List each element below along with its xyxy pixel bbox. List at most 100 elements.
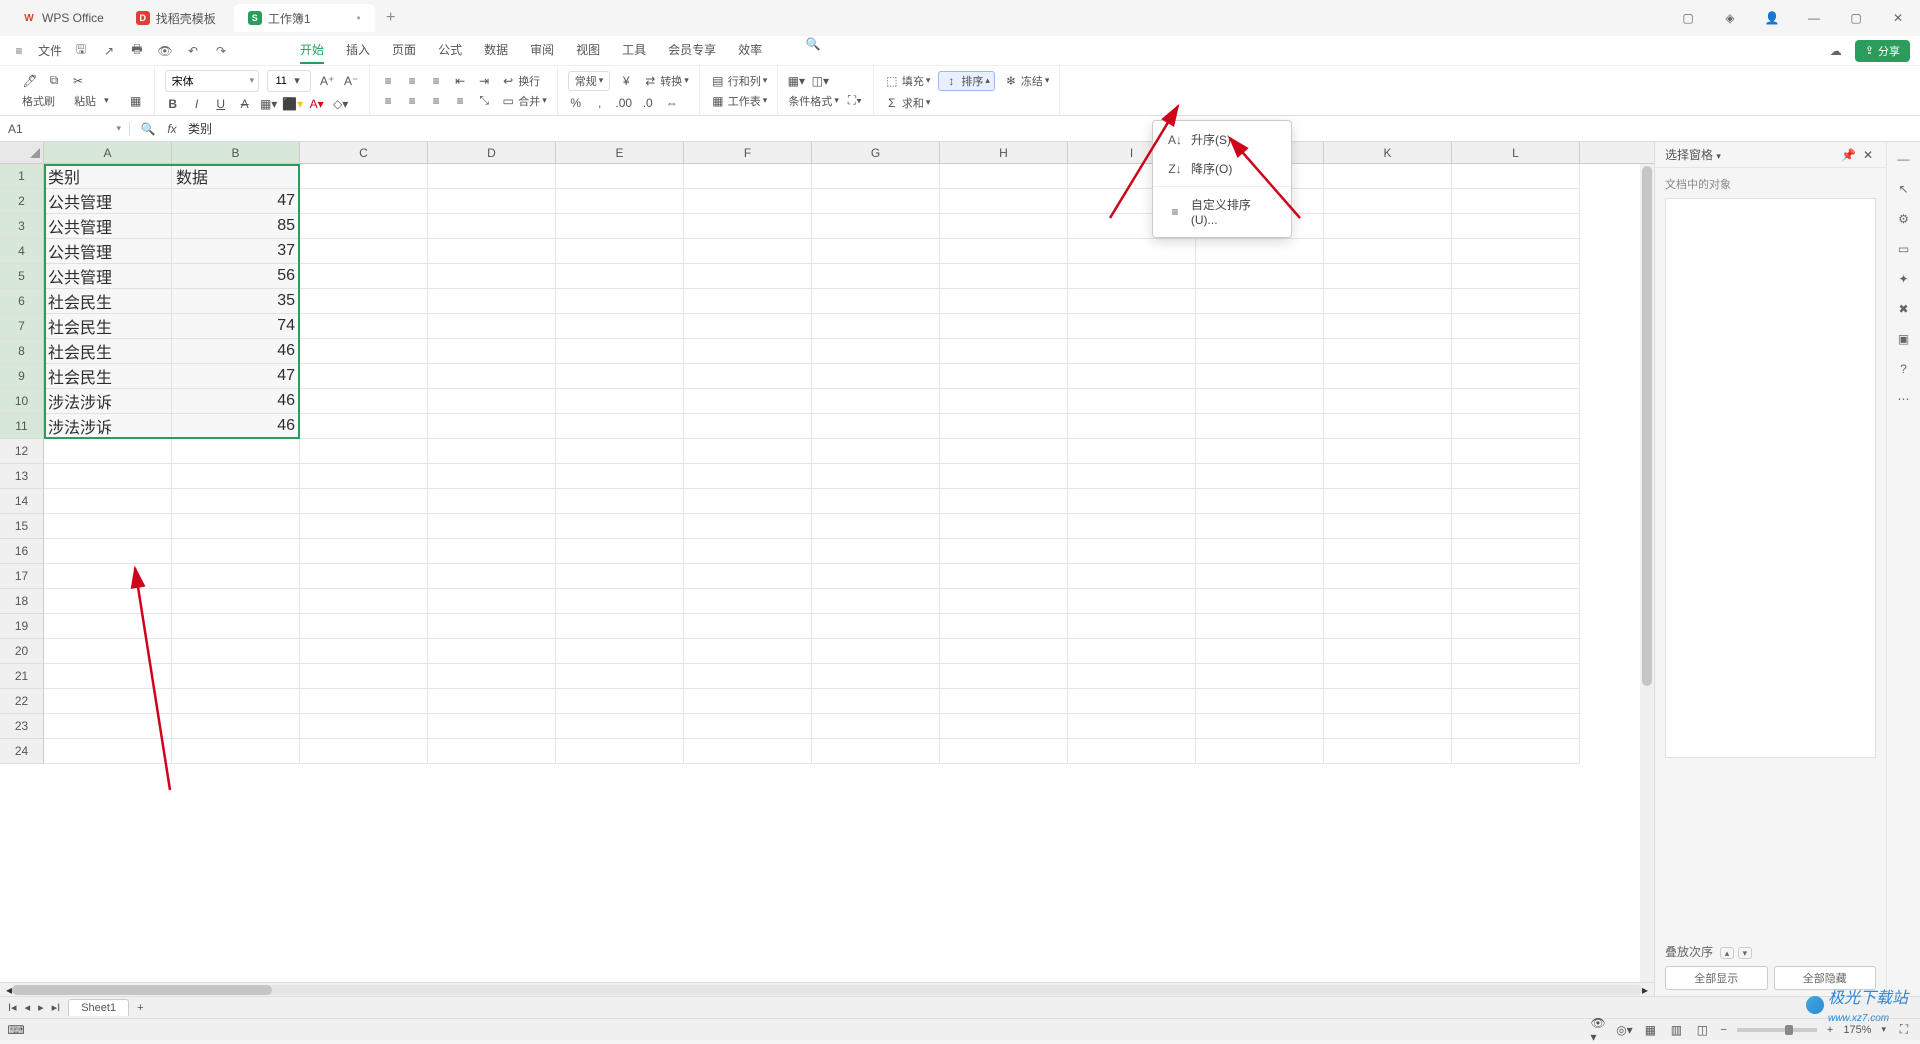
cell[interactable] (1068, 639, 1196, 664)
cell[interactable] (940, 164, 1068, 189)
row-header[interactable]: 2 (0, 189, 44, 214)
cell[interactable] (684, 214, 812, 239)
cell[interactable] (812, 514, 940, 539)
cell[interactable] (940, 289, 1068, 314)
cell[interactable] (940, 239, 1068, 264)
cell[interactable] (300, 414, 428, 439)
cell[interactable] (428, 689, 556, 714)
cell[interactable] (1068, 239, 1196, 264)
col-header[interactable]: L (1452, 142, 1580, 163)
cell[interactable] (1324, 389, 1452, 414)
menu-hamburger-icon[interactable]: ≡ (10, 44, 28, 58)
cell[interactable] (812, 164, 940, 189)
cell[interactable] (1324, 339, 1452, 364)
cell[interactable] (1196, 414, 1324, 439)
cell[interactable] (428, 164, 556, 189)
cell[interactable] (556, 739, 684, 764)
cell[interactable] (556, 689, 684, 714)
cell[interactable] (1324, 689, 1452, 714)
cell[interactable] (684, 289, 812, 314)
cell[interactable] (428, 464, 556, 489)
row-header[interactable]: 10 (0, 389, 44, 414)
cell[interactable] (1324, 514, 1452, 539)
cell[interactable] (1196, 514, 1324, 539)
cell[interactable] (300, 589, 428, 614)
row-header[interactable]: 8 (0, 339, 44, 364)
cell[interactable] (940, 314, 1068, 339)
number-format-select[interactable]: 常规 ▾ (568, 71, 611, 91)
row-header[interactable]: 17 (0, 564, 44, 589)
cell[interactable] (1196, 389, 1324, 414)
cell[interactable]: 公共管理 (44, 189, 172, 214)
cell[interactable] (556, 264, 684, 289)
cell[interactable]: 46 (172, 414, 300, 439)
paste-label[interactable]: 粘贴 (74, 93, 96, 109)
cell[interactable]: 涉法涉诉 (44, 389, 172, 414)
collapse-icon[interactable]: — (1898, 152, 1910, 166)
row-header[interactable]: 9 (0, 364, 44, 389)
cell[interactable] (1452, 739, 1580, 764)
cell[interactable] (684, 614, 812, 639)
cell[interactable] (172, 739, 300, 764)
cell-style-icon[interactable]: ◫▾ (812, 73, 828, 89)
cell[interactable] (300, 739, 428, 764)
cell[interactable] (1324, 264, 1452, 289)
cell[interactable] (556, 564, 684, 589)
currency-icon[interactable]: ¥ (618, 73, 634, 89)
type-convert-icon[interactable]: ⇔ (664, 95, 680, 111)
cell[interactable] (1196, 314, 1324, 339)
dec-decimal-icon[interactable]: .0 (640, 95, 656, 111)
cell[interactable] (44, 464, 172, 489)
cell[interactable] (300, 539, 428, 564)
cell[interactable] (1068, 564, 1196, 589)
menu-tab-member[interactable]: 会员专享 (668, 37, 716, 64)
cell[interactable] (684, 189, 812, 214)
decrease-font-icon[interactable]: A⁻ (343, 73, 359, 89)
view-page-icon[interactable]: ▥ (1668, 1022, 1684, 1038)
cell[interactable] (1452, 214, 1580, 239)
cell[interactable] (812, 589, 940, 614)
cell[interactable] (1324, 414, 1452, 439)
cell[interactable] (812, 714, 940, 739)
cell[interactable] (428, 339, 556, 364)
freeze-button[interactable]: ❄冻结▾ (1003, 73, 1050, 89)
cell[interactable] (684, 464, 812, 489)
cell[interactable] (1452, 464, 1580, 489)
cond-format-button[interactable]: 条件格式▾ (788, 93, 839, 109)
cell[interactable] (300, 389, 428, 414)
cell[interactable] (1452, 514, 1580, 539)
cell[interactable] (172, 514, 300, 539)
cell[interactable] (1452, 189, 1580, 214)
cell[interactable] (1452, 564, 1580, 589)
status-mode-icon[interactable]: ⌨ (8, 1022, 24, 1038)
cell[interactable] (44, 514, 172, 539)
cell[interactable] (300, 214, 428, 239)
layout-icon[interactable]: ▢ (1674, 11, 1702, 25)
cell[interactable] (44, 614, 172, 639)
cell[interactable] (1196, 439, 1324, 464)
cell[interactable] (556, 664, 684, 689)
cell[interactable] (556, 614, 684, 639)
cell[interactable] (1452, 689, 1580, 714)
effects-icon[interactable]: ✦ (1898, 272, 1908, 286)
font-size-box[interactable]: ▾ (267, 70, 311, 92)
cell[interactable] (172, 464, 300, 489)
row-header[interactable]: 5 (0, 264, 44, 289)
cell[interactable]: 公共管理 (44, 239, 172, 264)
cell[interactable] (684, 164, 812, 189)
cell[interactable] (300, 364, 428, 389)
avatar-icon[interactable]: 👤 (1758, 11, 1786, 25)
cell[interactable] (1324, 464, 1452, 489)
cell[interactable]: 56 (172, 264, 300, 289)
cell[interactable] (1068, 414, 1196, 439)
cell[interactable] (812, 239, 940, 264)
cell[interactable] (1452, 539, 1580, 564)
row-header[interactable]: 1 (0, 164, 44, 189)
font-color-icon[interactable]: A▾ (309, 96, 325, 112)
cell[interactable] (684, 414, 812, 439)
cell[interactable] (300, 164, 428, 189)
select-all-corner[interactable] (0, 142, 44, 163)
font-name-box[interactable]: ▾ (165, 70, 260, 92)
cell[interactable]: 37 (172, 239, 300, 264)
cell[interactable] (428, 264, 556, 289)
